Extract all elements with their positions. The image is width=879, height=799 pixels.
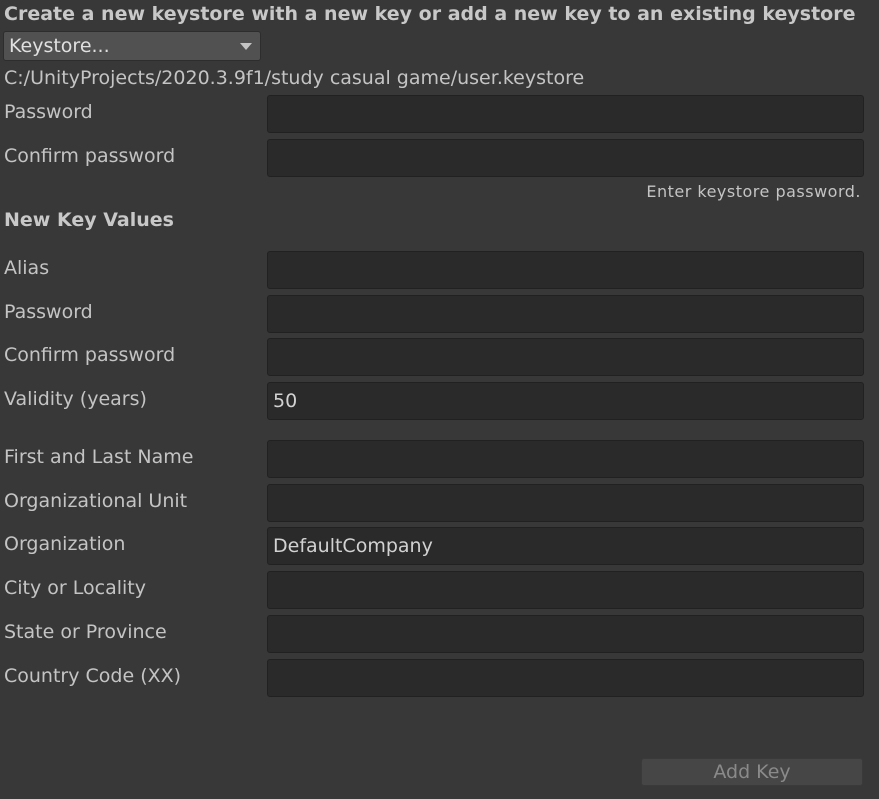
key-confirm-password-label: Confirm password xyxy=(4,344,176,366)
keystore-confirm-password-label: Confirm password xyxy=(4,145,176,167)
name-input[interactable] xyxy=(267,440,864,478)
new-key-heading: New Key Values xyxy=(4,209,174,231)
organizational-unit-label: Organizational Unit xyxy=(4,490,188,512)
validity-input[interactable]: 50 xyxy=(267,382,864,420)
organization-input[interactable]: DefaultCompany xyxy=(267,527,864,565)
alias-input[interactable] xyxy=(267,251,864,289)
keystore-dropdown[interactable]: Keystore... xyxy=(3,31,261,61)
validity-label: Validity (years) xyxy=(4,388,147,410)
key-password-label: Password xyxy=(4,301,93,323)
keystore-dropdown-label: Keystore... xyxy=(9,35,110,57)
country-code-input[interactable] xyxy=(267,659,864,697)
keystore-password-help: Enter keystore password. xyxy=(646,182,861,201)
keystore-password-label: Password xyxy=(4,101,93,123)
city-label: City or Locality xyxy=(4,577,146,599)
city-input[interactable] xyxy=(267,571,864,609)
keystore-confirm-password-input[interactable] xyxy=(267,139,864,177)
keystore-path: C:/UnityProjects/2020.3.9f1/study casual… xyxy=(4,67,585,89)
chevron-down-icon xyxy=(240,43,252,50)
country-code-label: Country Code (XX) xyxy=(4,665,182,687)
name-label: First and Last Name xyxy=(4,446,194,468)
key-password-input[interactable] xyxy=(267,295,864,333)
add-key-button[interactable]: Add Key xyxy=(641,758,863,786)
organization-label: Organization xyxy=(4,533,126,555)
alias-label: Alias xyxy=(4,257,50,279)
keystore-password-input[interactable] xyxy=(267,95,864,133)
state-input[interactable] xyxy=(267,615,864,653)
state-label: State or Province xyxy=(4,621,167,643)
page-title: Create a new keystore with a new key or … xyxy=(4,3,856,25)
key-confirm-password-input[interactable] xyxy=(267,338,864,376)
organizational-unit-input[interactable] xyxy=(267,484,864,522)
